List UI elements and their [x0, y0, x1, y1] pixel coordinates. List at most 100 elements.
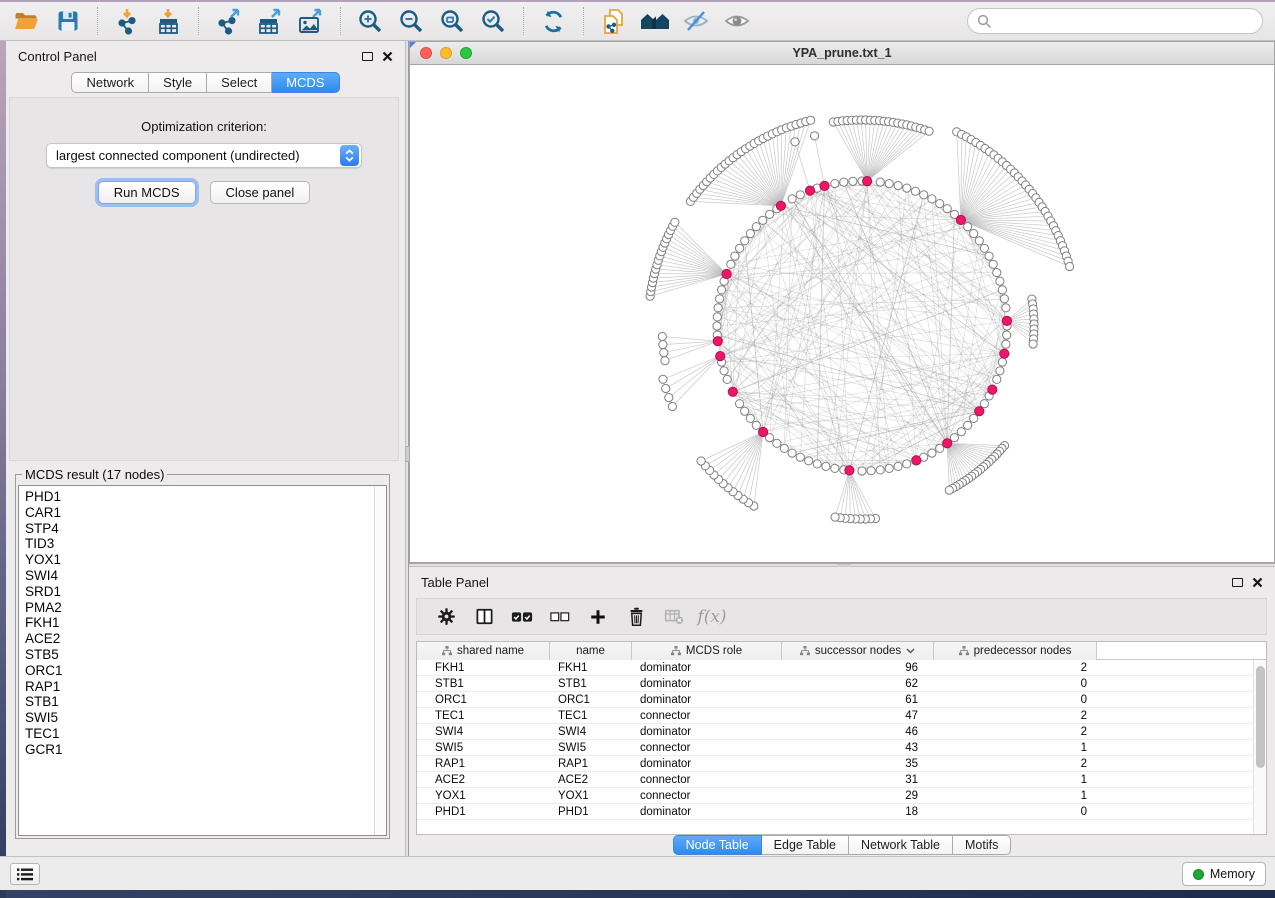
table-cell[interactable]: connector — [632, 788, 782, 803]
tab-mcds[interactable]: MCDS — [272, 72, 339, 93]
table-cell[interactable]: 29 — [782, 788, 934, 803]
table-cell[interactable]: 96 — [782, 660, 934, 675]
table-row[interactable]: TEC1TEC1connector472 — [417, 708, 1266, 724]
table-cell[interactable]: TEC1 — [417, 708, 550, 723]
table-cell[interactable]: dominator — [632, 756, 782, 771]
mcds-node-item[interactable]: TEC1 — [25, 726, 374, 742]
task-history-button[interactable] — [10, 863, 40, 885]
float-panel-icon[interactable] — [362, 52, 373, 61]
table-cell[interactable]: ACE2 — [417, 772, 550, 787]
mcds-node-item[interactable]: YOX1 — [25, 552, 374, 568]
table-cell[interactable]: 2 — [934, 660, 1097, 675]
tab-node-table[interactable]: Node Table — [673, 835, 762, 855]
create-column-button[interactable] — [579, 602, 617, 632]
open-session-button[interactable] — [6, 4, 47, 38]
table-cell[interactable]: SWI5 — [550, 740, 632, 755]
table-cell[interactable]: dominator — [632, 660, 782, 675]
table-cell[interactable]: dominator — [632, 676, 782, 691]
column-header-mcds-role[interactable]: MCDS role — [632, 642, 782, 660]
table-cell[interactable]: PHD1 — [417, 804, 550, 819]
column-header-successor-nodes[interactable]: successor nodes — [782, 642, 934, 660]
mcds-node-item[interactable]: GCR1 — [25, 742, 374, 758]
table-cell[interactable]: ORC1 — [550, 692, 632, 707]
table-cell[interactable]: SWI4 — [417, 724, 550, 739]
table-cell[interactable]: 2 — [934, 708, 1097, 723]
apply-layout-button[interactable] — [533, 4, 574, 38]
tab-network-table[interactable]: Network Table — [849, 835, 953, 855]
table-cell[interactable]: 46 — [782, 724, 934, 739]
mcds-node-item[interactable]: SWI5 — [25, 710, 374, 726]
mcds-node-item[interactable]: STB1 — [25, 694, 374, 710]
close-panel-icon[interactable] — [382, 51, 393, 62]
table-cell[interactable]: TEC1 — [550, 708, 632, 723]
table-cell[interactable]: 1 — [934, 788, 1097, 803]
table-row[interactable]: RAP1RAP1dominator352 — [417, 756, 1266, 772]
run-mcds-button[interactable]: Run MCDS — [98, 181, 196, 204]
network-graph[interactable] — [410, 65, 1274, 561]
criterion-select[interactable]: largest connected component (undirected) — [46, 143, 362, 168]
deselect-all-columns-button[interactable] — [541, 602, 579, 632]
hide-selected-button[interactable] — [675, 4, 716, 38]
search-box[interactable] — [967, 8, 1263, 34]
table-row[interactable]: YOX1YOX1connector291 — [417, 788, 1266, 804]
mcds-node-item[interactable]: TID3 — [25, 536, 374, 552]
table-row[interactable]: SWI4SWI4dominator462 — [417, 724, 1266, 740]
table-row[interactable]: ORC1ORC1dominator610 — [417, 692, 1266, 708]
memory-button[interactable]: Memory — [1182, 862, 1266, 886]
scrollbar-thumb[interactable] — [1256, 666, 1265, 768]
table-cell[interactable]: 2 — [934, 724, 1097, 739]
table-cell[interactable]: STB1 — [550, 676, 632, 691]
mcds-node-item[interactable]: CAR1 — [25, 505, 374, 521]
show-all-button[interactable] — [716, 4, 757, 38]
tab-network[interactable]: Network — [71, 72, 149, 93]
export-network-button[interactable] — [208, 4, 249, 38]
table-settings-button[interactable] — [427, 602, 465, 632]
table-row[interactable]: ACE2ACE2connector311 — [417, 772, 1266, 788]
clone-network-button[interactable] — [593, 4, 634, 38]
table-cell[interactable]: 62 — [782, 676, 934, 691]
table-cell[interactable]: SWI5 — [417, 740, 550, 755]
select-all-columns-button[interactable] — [503, 602, 541, 632]
table-cell[interactable]: 1 — [934, 772, 1097, 787]
table-cell[interactable]: 0 — [934, 676, 1097, 691]
tab-edge-table[interactable]: Edge Table — [762, 835, 849, 855]
table-cell[interactable]: connector — [632, 708, 782, 723]
table-cell[interactable]: FKH1 — [417, 660, 550, 675]
table-row[interactable]: FKH1FKH1dominator962 — [417, 660, 1266, 676]
table-row[interactable]: STB1STB1dominator620 — [417, 676, 1266, 692]
table-cell[interactable]: FKH1 — [550, 660, 632, 675]
table-row[interactable]: PHD1PHD1dominator180 — [417, 804, 1266, 820]
table-row[interactable]: SWI5SWI5connector431 — [417, 740, 1266, 756]
table-cell[interactable]: dominator — [632, 692, 782, 707]
mcds-node-item[interactable]: STB5 — [25, 647, 374, 663]
mcds-list-scrollbar[interactable] — [374, 486, 386, 835]
table-cell[interactable]: SWI4 — [550, 724, 632, 739]
close-panel-icon[interactable] — [1252, 577, 1263, 588]
delete-column-button[interactable] — [617, 602, 655, 632]
float-panel-icon[interactable] — [1232, 578, 1243, 587]
table-cell[interactable]: RAP1 — [550, 756, 632, 771]
first-neighbors-button[interactable] — [634, 4, 675, 38]
table-cell[interactable]: 18 — [782, 804, 934, 819]
table-cell[interactable]: STB1 — [417, 676, 550, 691]
table-cell[interactable]: ORC1 — [417, 692, 550, 707]
table-cell[interactable]: connector — [632, 740, 782, 755]
column-header-shared-name[interactable]: shared name — [417, 642, 550, 660]
tab-select[interactable]: Select — [207, 72, 272, 93]
tab-motifs[interactable]: Motifs — [953, 835, 1011, 855]
zoom-fit-button[interactable] — [432, 4, 473, 38]
mcds-node-item[interactable]: STP4 — [25, 521, 374, 537]
table-cell[interactable]: 0 — [934, 692, 1097, 707]
import-network-button[interactable] — [107, 4, 148, 38]
table-cell[interactable]: connector — [632, 772, 782, 787]
table-cell[interactable]: 31 — [782, 772, 934, 787]
table-cell[interactable]: ACE2 — [550, 772, 632, 787]
import-table-button[interactable] — [148, 4, 189, 38]
mcds-result-list[interactable]: PHD1CAR1STP4TID3YOX1SWI4SRD1PMA2FKH1ACE2… — [19, 486, 374, 835]
zoom-selected-button[interactable] — [473, 4, 514, 38]
table-cell[interactable]: RAP1 — [417, 756, 550, 771]
table-cell[interactable]: YOX1 — [417, 788, 550, 803]
tab-style[interactable]: Style — [149, 72, 207, 93]
mcds-node-item[interactable]: ACE2 — [25, 631, 374, 647]
zoom-in-button[interactable] — [350, 4, 391, 38]
